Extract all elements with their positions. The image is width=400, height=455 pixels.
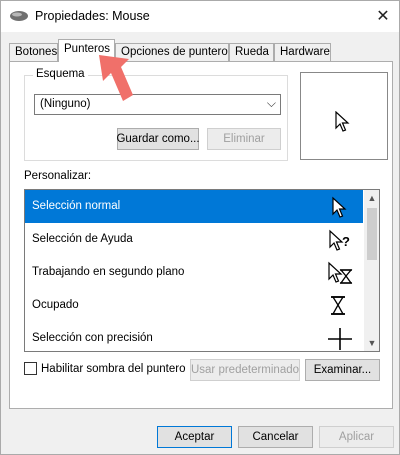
tab-rueda[interactable]: Rueda: [229, 43, 274, 61]
chevron-down-icon: ⌵: [266, 96, 276, 110]
tab-botones[interactable]: Botones: [9, 43, 58, 61]
tab-hardware[interactable]: Hardware: [274, 43, 331, 61]
cancel-button[interactable]: Cancelar: [238, 426, 313, 448]
customize-label: Personalizar:: [24, 170, 92, 182]
checkbox-box[interactable]: [24, 362, 37, 375]
list-item-label: Trabajando en segundo plano: [32, 266, 185, 278]
cursor-list[interactable]: Selección normal Selección de Ayuda ? Tr…: [24, 189, 380, 352]
cursor-preview: [300, 72, 388, 160]
list-item-label: Selección con precisión: [32, 332, 153, 344]
browse-button[interactable]: Examinar...: [305, 359, 380, 381]
arrow-cursor-icon: [335, 111, 350, 132]
close-icon: ✕: [376, 8, 390, 25]
list-item[interactable]: Selección normal: [25, 190, 363, 223]
list-item-label: Selección normal: [32, 200, 121, 212]
save-as-button[interactable]: Guardar como...: [116, 128, 200, 150]
scheme-group: Esquema (Ninguno) ⌵ Guardar como... Elim…: [24, 68, 288, 161]
scroll-down-icon[interactable]: ▼: [364, 335, 379, 351]
arrow-cursor-icon: [332, 196, 347, 218]
tab-panel: Esquema (Ninguno) ⌵ Guardar como... Elim…: [9, 61, 393, 409]
use-default-button[interactable]: Usar predeterminado: [190, 359, 300, 381]
list-item[interactable]: Selección de Ayuda ?: [25, 223, 363, 256]
ok-button[interactable]: Aceptar: [157, 426, 232, 448]
crosshair-icon: [328, 328, 352, 350]
scheme-select[interactable]: (Ninguno) ⌵: [34, 94, 281, 115]
working-cursor-icon: [328, 261, 353, 284]
mouse-properties-dialog: Propiedades: Mouse ✕ Botones Punteros Op…: [0, 0, 400, 455]
list-item[interactable]: Selección con precisión: [25, 322, 363, 351]
title-bar: Propiedades: Mouse ✕: [1, 1, 399, 32]
delete-scheme-button[interactable]: Eliminar: [207, 128, 281, 150]
window-title: Propiedades: Mouse: [35, 9, 150, 23]
svg-text:?: ?: [342, 234, 350, 249]
scheme-selected-value: (Ninguno): [40, 98, 91, 110]
list-item[interactable]: Trabajando en segundo plano: [25, 256, 363, 289]
pointer-shadow-checkbox[interactable]: Habilitar sombra del puntero: [24, 362, 185, 375]
annotation-arrow-icon: [99, 55, 133, 101]
scrollbar-thumb[interactable]: [367, 208, 377, 260]
scheme-group-label: Esquema: [33, 68, 88, 80]
list-item[interactable]: Ocupado: [25, 289, 363, 322]
scroll-up-icon[interactable]: ▲: [364, 190, 379, 206]
tab-strip: Botones Punteros Opciones de puntero Rue…: [9, 39, 393, 62]
close-button[interactable]: ✕: [367, 1, 399, 31]
help-cursor-icon: ?: [329, 229, 350, 251]
mouse-icon: [10, 11, 28, 21]
pointer-shadow-label: Habilitar sombra del puntero: [41, 362, 186, 375]
list-item-label: Selección de Ayuda: [32, 233, 133, 245]
list-item-label: Ocupado: [32, 299, 79, 311]
apply-button[interactable]: Aplicar: [319, 426, 394, 448]
vertical-scrollbar[interactable]: ▲ ▼: [364, 190, 379, 351]
hourglass-icon: [331, 296, 345, 315]
